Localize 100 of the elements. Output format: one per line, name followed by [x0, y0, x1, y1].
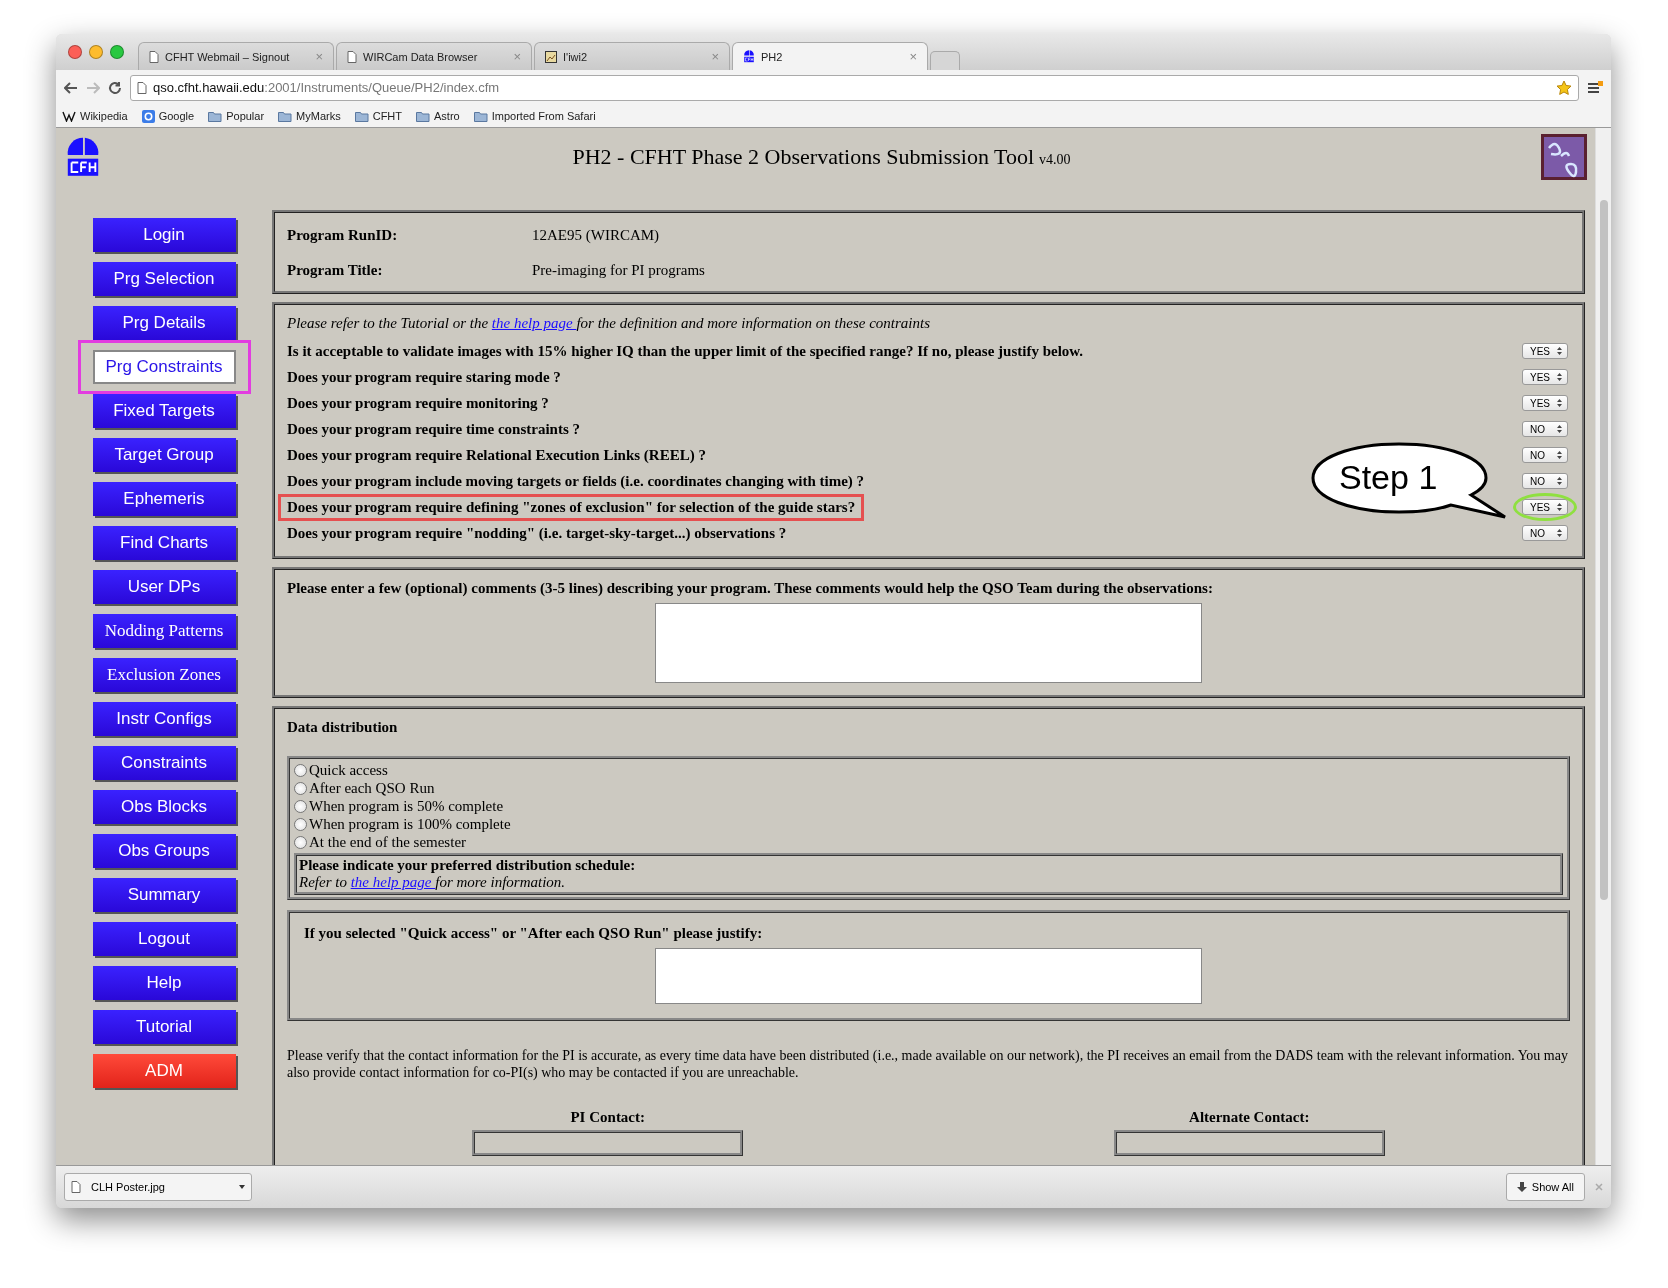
nav-button[interactable]: Obs Groups	[92, 834, 236, 868]
radio-button[interactable]	[294, 835, 307, 849]
zoom-button[interactable]	[110, 45, 124, 59]
bookmark[interactable]: Astro	[416, 110, 460, 122]
page-icon	[137, 81, 147, 94]
nav-button[interactable]: User DPs	[92, 570, 236, 604]
justify-field[interactable]	[655, 948, 1202, 1004]
logo-icon	[743, 49, 755, 64]
updown-icon	[1557, 373, 1562, 381]
radio-button[interactable]	[294, 781, 307, 795]
folder-icon	[278, 110, 293, 122]
show-all-button[interactable]: Show All	[1505, 1173, 1585, 1201]
updown-icon	[1557, 503, 1562, 511]
image-icon	[545, 50, 557, 63]
bookmark[interactable]: Popular	[208, 110, 265, 122]
page-icon	[347, 50, 357, 63]
qso-logo	[1541, 134, 1587, 180]
page-title: PH2 - CFHT Phase 2 Observations Submission Tool	[572, 144, 1034, 170]
nav-button[interactable]: Summary	[92, 878, 236, 912]
comments-field[interactable]	[655, 603, 1202, 683]
notice-text: Please verify that the contact information for the PI is accurate, as every time data have been distributed (i.e., made available on our network), the PI receives an email from the DADS team with the relevant information. You may also provide contact information for co-PI(s) who may be contacted if you are unreachable.	[287, 1047, 1569, 1081]
nav-button[interactable]: Logout	[92, 922, 236, 956]
nav-button[interactable]: ADM	[92, 1054, 236, 1088]
option-label: Quick access	[309, 761, 388, 779]
updown-icon	[1557, 477, 1562, 485]
question-text: Does your program require "nodding" (i.e. target-sky-target...) observations ?	[286, 523, 788, 543]
help-link[interactable]: the help page	[491, 315, 577, 331]
address-field[interactable]: qso.cfht.hawaii.edu:2001/Instruments/Queue/PH2/index.cfm	[130, 74, 1579, 101]
question-text: Does your program require defining "zones of exclusion" for selection of the guide stars?	[278, 493, 865, 521]
nav-button[interactable]: Find Charts	[92, 526, 236, 560]
nav-button[interactable]: Target Group	[92, 438, 236, 472]
answer-select[interactable]: NO	[1522, 525, 1568, 541]
nav-button[interactable]: Prg Constraints	[92, 350, 236, 384]
answer-select[interactable]: NO	[1522, 473, 1568, 489]
page-icon	[149, 50, 159, 63]
bookmark[interactable]: Wikipedia	[62, 110, 128, 122]
answer-select[interactable]: NO	[1522, 447, 1568, 463]
updown-icon	[1557, 425, 1562, 433]
hint-text: Refer to the help page for more information.	[299, 874, 567, 891]
radio-button[interactable]	[294, 799, 307, 813]
hint-title: Please indicate your preferred distribution schedule:	[299, 857, 637, 874]
folder-icon	[416, 110, 431, 122]
updown-icon	[1557, 451, 1562, 459]
reload-icon[interactable]	[108, 80, 122, 95]
updown-icon	[1557, 399, 1562, 407]
folder-icon	[473, 110, 488, 122]
answer-select[interactable]: YES	[1522, 395, 1568, 411]
bookmark[interactable]: Google	[141, 109, 195, 123]
question-text: Does your program require monitoring ?	[286, 393, 550, 413]
google-icon	[141, 109, 155, 123]
scrollbar[interactable]	[1595, 128, 1611, 1165]
bookmark[interactable]: Imported From Safari	[473, 110, 596, 122]
nav-button[interactable]: Tutorial	[92, 1010, 236, 1044]
answer-select[interactable]: YES	[1522, 343, 1568, 359]
question-text: Does your program include moving targets or fields (i.e. coordinates changing with time) ?	[286, 471, 866, 491]
close-button[interactable]	[68, 45, 82, 59]
question-text: Does your program require staring mode ?	[286, 367, 562, 387]
version-label: v4.00	[1039, 152, 1071, 168]
field-label: Program RunID:	[287, 227, 399, 244]
menu-icon[interactable]	[1587, 80, 1603, 95]
back-icon[interactable]	[64, 81, 78, 94]
radio-button[interactable]	[294, 817, 307, 831]
nav-button[interactable]: Ephemeris	[92, 482, 236, 516]
star-icon[interactable]	[1556, 79, 1572, 96]
comments-prompt: Please enter a few (optional) comments (3-5 lines) describing your program. These comments would help the QSO Team during the observations:	[287, 580, 1214, 597]
answer-select[interactable]: YES	[1522, 369, 1568, 385]
bookmark[interactable]: CFHT	[354, 110, 403, 122]
nav-button[interactable]: Prg Selection	[92, 262, 236, 296]
nav-button[interactable]: Obs Blocks	[92, 790, 236, 824]
bookmark[interactable]: MyMarks	[278, 110, 341, 122]
nav-button[interactable]: Nodding Patterns	[92, 614, 236, 648]
download-item[interactable]: CLH Poster.jpg	[64, 1173, 252, 1201]
option-label: When program is 50% complete	[309, 797, 504, 815]
option-label: At the end of the semester	[309, 833, 467, 851]
nav-button[interactable]: Constraints	[92, 746, 236, 780]
nav-button[interactable]: Exclusion Zones	[92, 658, 236, 692]
question-text: Does your program require Relational Execution Links (REEL) ?	[286, 445, 707, 465]
page-icon	[71, 1181, 81, 1193]
updown-icon	[1557, 347, 1562, 355]
caret-icon	[239, 1185, 245, 1189]
answer-select[interactable]: NO	[1522, 421, 1568, 437]
folder-icon	[208, 110, 223, 122]
browser-tab[interactable]: PH2 ×	[732, 42, 928, 70]
field-value: Pre-imaging for PI programs	[532, 262, 706, 279]
nav-button[interactable]: Login	[92, 218, 236, 252]
field-value: 12AE95 (WIRCAM)	[532, 227, 661, 244]
nav-button[interactable]: Fixed Targets	[92, 394, 236, 428]
browser-tab[interactable]: I'iwi2 ×	[534, 42, 730, 70]
radio-button[interactable]	[294, 763, 307, 777]
browser-tab[interactable]: CFHT Webmail – Signout ×	[138, 42, 334, 70]
minimize-button[interactable]	[89, 45, 103, 59]
answer-select[interactable]: YES	[1522, 499, 1568, 515]
help-link[interactable]: the help page	[350, 874, 436, 890]
justify-prompt: If you selected "Quick access" or "After each QSO Run" please justify:	[304, 925, 764, 942]
question-text: Is it acceptable to validate images with 15% higher IQ than the upper limit of the specified range? If no, please justify below.	[286, 341, 1085, 361]
browser-tab[interactable]: WIRCam Data Browser ×	[336, 42, 532, 70]
callout-text: Step 1	[1339, 458, 1438, 497]
nav-button[interactable]: Help	[92, 966, 236, 1000]
nav-button[interactable]: Instr Configs	[92, 702, 236, 736]
nav-button[interactable]: Prg Details	[92, 306, 236, 340]
